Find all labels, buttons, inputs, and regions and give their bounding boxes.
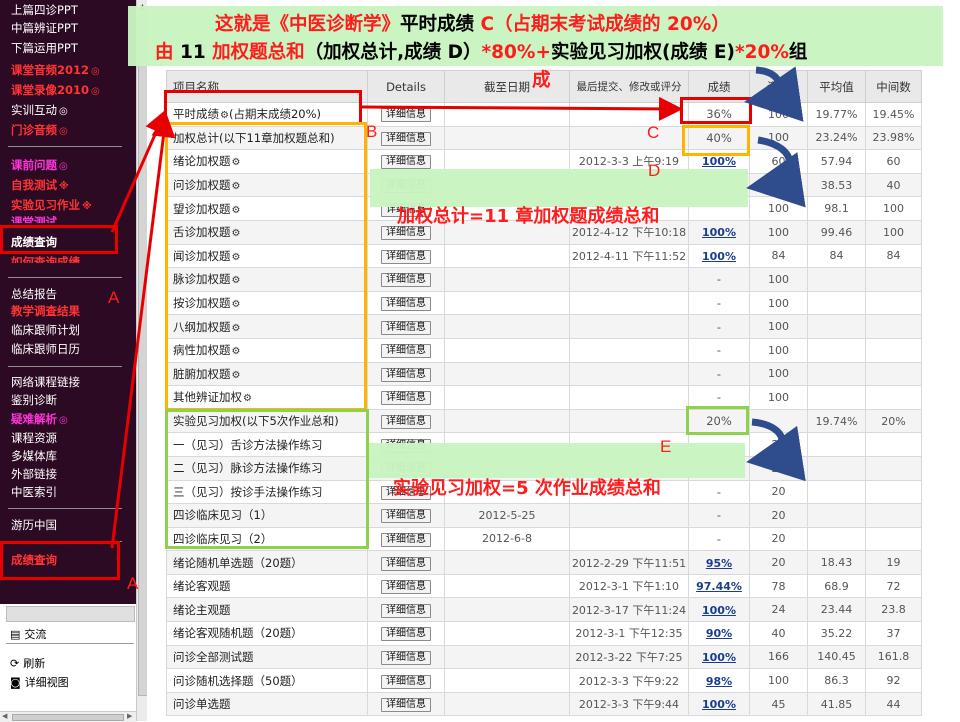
curved-arrow-middle xyxy=(746,136,806,208)
curved-arrow-top xyxy=(744,66,804,122)
arrow-sidebar-bottom-to-regular-grade xyxy=(110,113,176,549)
arrow-to-score-c xyxy=(361,96,683,121)
annotation-arrows xyxy=(110,66,806,549)
arrow-sidebar-to-regular-grade xyxy=(110,109,168,233)
curved-arrow-bottom xyxy=(746,418,806,482)
